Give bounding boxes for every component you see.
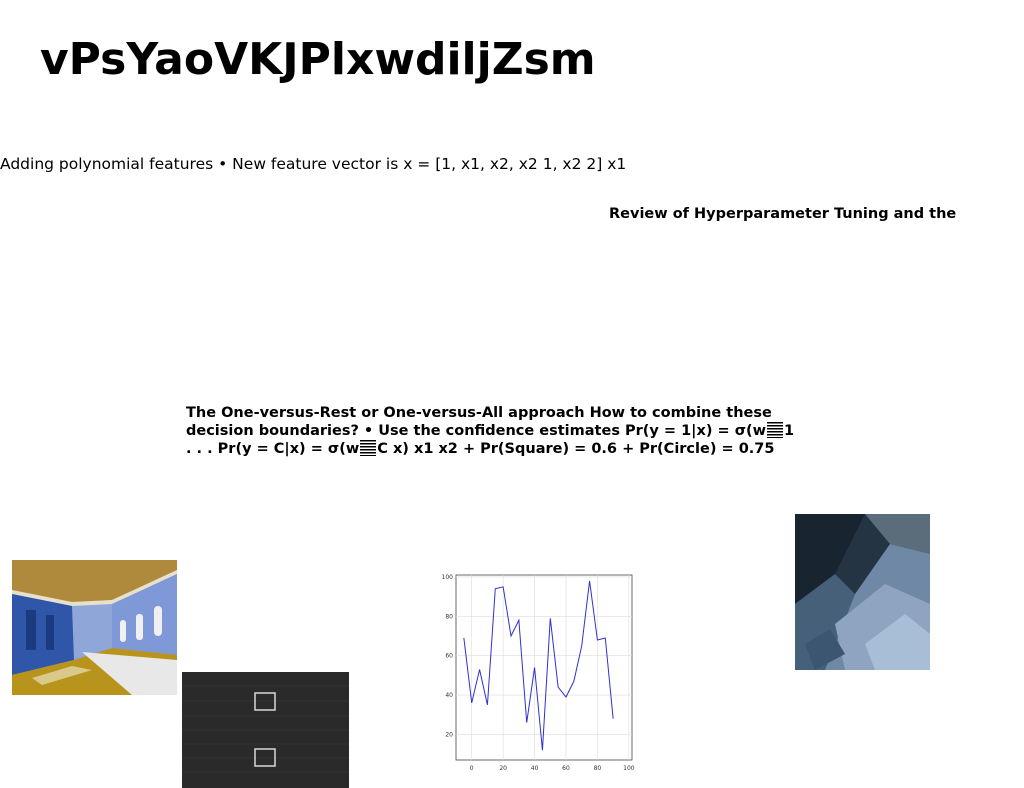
x-tick-label: 60 — [562, 765, 570, 772]
one-versus-rest-text: The One-versus-Rest or One-versus-All ap… — [186, 404, 794, 458]
polynomial-features-caption: Adding polynomial features • New feature… — [0, 155, 627, 173]
ovr-line-2-start: decision boundaries? • Use the confidenc… — [186, 423, 767, 439]
line-plot: 0 20 40 60 80 100 20 40 60 80 100 — [442, 574, 635, 772]
review-heading: Review of Hyperparameter Tuning and the — [609, 206, 957, 222]
x-tick-label: 0 — [470, 765, 474, 772]
x-tick-label: 80 — [594, 765, 602, 772]
bar-symbol-icon — [360, 440, 377, 456]
x-tick-label: 20 — [499, 765, 507, 772]
hall-image — [12, 560, 177, 695]
y-tick-label: 40 — [445, 692, 453, 699]
rocky-terrain-illustration — [795, 514, 930, 670]
dark-squares-image — [182, 672, 349, 788]
ovr-line-2: decision boundaries? • Use the confidenc… — [186, 422, 794, 440]
bar-symbol-icon — [767, 422, 784, 438]
plot-area — [455, 574, 633, 761]
x-tick-label: 40 — [531, 765, 539, 772]
y-tick-label: 60 — [445, 653, 453, 660]
ovr-line-3-start: . . . Pr(y = C|x) = σ(w — [186, 441, 360, 457]
dark-squares-illustration — [182, 672, 349, 788]
hall-illustration — [12, 560, 177, 695]
x-tick-label: 100 — [623, 765, 635, 772]
y-tick-label: 80 — [445, 613, 453, 620]
ovr-line-3-end: C x) x1 x2 + Pr(Square) = 0.6 + Pr(Circl… — [377, 441, 775, 457]
y-tick-label: 20 — [445, 731, 453, 738]
ovr-line-2-end: 1 — [784, 423, 795, 439]
ovr-line-1: The One-versus-Rest or One-versus-All ap… — [186, 405, 772, 421]
page-title: vPsYaoVKJPlxwdiljZsm — [40, 34, 596, 85]
rocky-terrain-image — [795, 514, 930, 670]
y-tick-label: 100 — [442, 574, 454, 581]
ovr-line-3: . . . Pr(y = C|x) = σ(w C x) x1 x2 + Pr(S… — [186, 440, 786, 458]
